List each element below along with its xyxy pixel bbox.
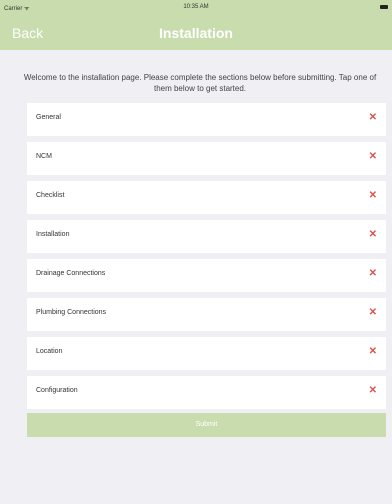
- section-label: NCM: [36, 153, 52, 160]
- section-row-ncm[interactable]: NCM ✕: [27, 142, 386, 175]
- incomplete-icon: ✕: [368, 268, 377, 279]
- navigation-bar: Back Installation: [0, 16, 392, 50]
- section-label: Configuration: [36, 387, 78, 394]
- section-label: Drainage Connections: [36, 270, 106, 277]
- section-label: General: [36, 114, 61, 121]
- section-row-drainage-connections[interactable]: Drainage Connections ✕: [27, 259, 386, 292]
- clock: 10:35 AM: [183, 4, 209, 10]
- incomplete-icon: ✕: [368, 190, 377, 201]
- incomplete-icon: ✕: [368, 229, 377, 240]
- section-label: Plumbing Connections: [36, 309, 107, 316]
- section-row-installation[interactable]: Installation ✕: [27, 220, 386, 253]
- section-label: Installation: [36, 231, 70, 238]
- incomplete-icon: ✕: [368, 307, 377, 318]
- section-row-checklist[interactable]: Checklist ✕: [27, 181, 386, 214]
- section-label: Location: [36, 348, 63, 355]
- incomplete-icon: ✕: [368, 112, 377, 123]
- battery-icon: [380, 5, 388, 9]
- status-bar: Carrier ᯤ 10:35 AM: [0, 0, 392, 16]
- intro-text: Welcome to the installation page. Please…: [23, 73, 377, 93]
- incomplete-icon: ✕: [368, 346, 377, 357]
- section-row-general[interactable]: General ✕: [27, 103, 386, 136]
- section-list: General ✕ NCM ✕ Checklist ✕ Installation…: [27, 103, 386, 415]
- section-row-location[interactable]: Location ✕: [27, 337, 386, 370]
- section-row-configuration[interactable]: Configuration ✕: [27, 376, 386, 409]
- section-row-plumbing-connections[interactable]: Plumbing Connections ✕: [27, 298, 386, 331]
- page-title: Installation: [159, 25, 233, 41]
- incomplete-icon: ✕: [368, 385, 377, 396]
- submit-button[interactable]: Submit: [27, 413, 386, 437]
- incomplete-icon: ✕: [368, 151, 377, 162]
- section-label: Checklist: [36, 192, 65, 199]
